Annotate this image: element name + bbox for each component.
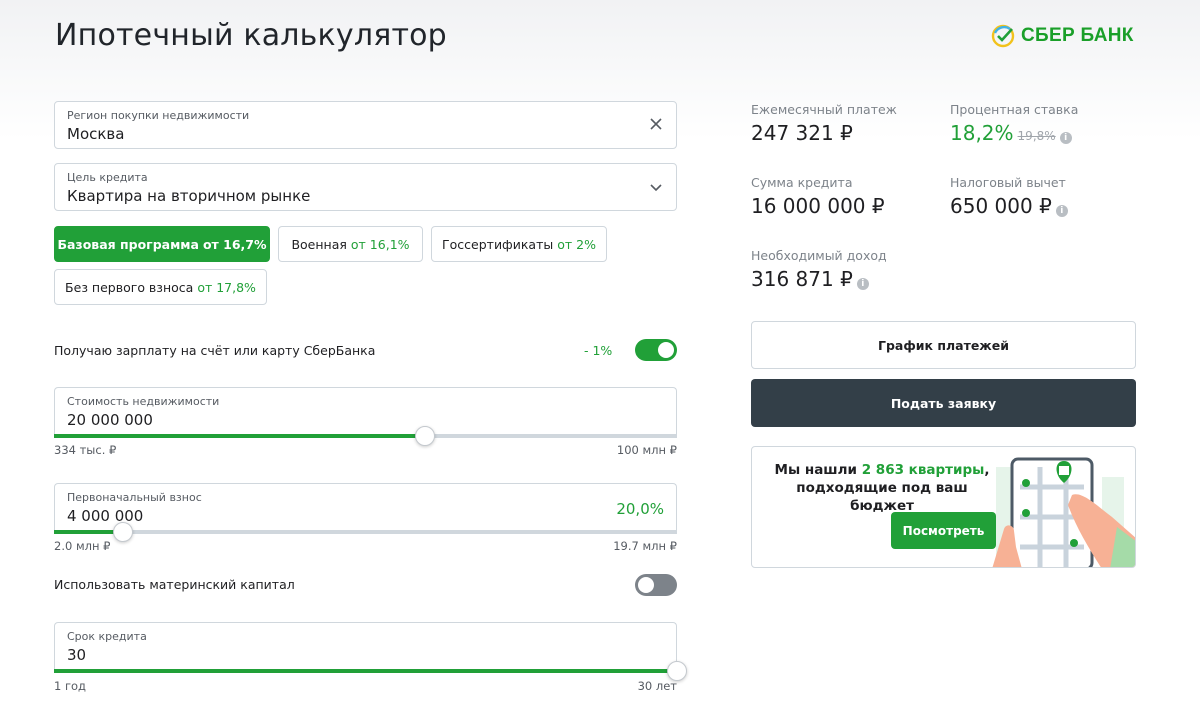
- salary-label: Получаю зарплату на счёт или карту СберБ…: [54, 343, 376, 358]
- maternity-label: Использовать материнский капитал: [54, 577, 295, 592]
- apartments-promo: Мы нашли 2 863 квартиры, подходящие под …: [751, 446, 1136, 568]
- region-field[interactable]: Регион покупки недвижимости Москва: [54, 101, 677, 149]
- sber-logo-icon: [991, 24, 1015, 48]
- toggle-knob: [638, 577, 654, 593]
- term-label: Срок кредита: [67, 630, 147, 643]
- phone-map-illustration: [992, 457, 1135, 567]
- required-income-label: Необходимый доход: [751, 248, 887, 263]
- purpose-label: Цель кредита: [67, 171, 148, 184]
- promo-line1-prefix: Мы нашли: [774, 462, 862, 478]
- info-icon[interactable]: i: [1059, 132, 1072, 144]
- property-cost-max: 100 млн ₽: [616, 443, 677, 457]
- apply-button[interactable]: Подать заявку: [751, 379, 1136, 427]
- property-cost-slider[interactable]: [54, 426, 677, 446]
- info-icon[interactable]: i: [856, 278, 869, 290]
- term-slider[interactable]: [54, 661, 687, 681]
- down-payment-field[interactable]: Первоначальный взнос 4 000 000 20,0%: [54, 483, 677, 531]
- tax-deduction: Налоговый вычет 650 000 ₽ i: [950, 175, 1068, 218]
- chip-name: Базовая программа: [57, 236, 199, 252]
- page-title: Ипотечный калькулятор: [55, 18, 447, 53]
- down-payment-value: 4 000 000: [67, 507, 144, 525]
- interest-rate-label: Процентная ставка: [950, 102, 1079, 117]
- loan-amount-value: 16 000 000 ₽: [751, 194, 885, 218]
- region-label: Регион покупки недвижимости: [67, 109, 250, 122]
- promo-count: 2 863 квартиры: [861, 462, 985, 478]
- required-income: Необходимый доход 316 871 ₽ i: [751, 248, 887, 291]
- interest-rate-value: 18,2%: [950, 121, 1014, 145]
- program-chip-base[interactable]: Базовая программа от 16,7%: [54, 226, 270, 262]
- info-icon[interactable]: i: [1055, 205, 1068, 217]
- logo-text: СБЕР БАНК: [1021, 25, 1134, 46]
- tax-deduction-value: 650 000 ₽: [950, 194, 1052, 218]
- clear-icon[interactable]: [648, 116, 664, 132]
- down-payment-slider[interactable]: [54, 522, 677, 542]
- program-chip-no-down-payment[interactable]: Без первого взноса от 17,8%: [54, 269, 267, 305]
- required-income-value: 316 871 ₽: [751, 267, 853, 291]
- maternity-toggle[interactable]: [635, 574, 677, 596]
- term-max: 30 лет: [637, 679, 677, 693]
- down-payment-label: Первоначальный взнос: [67, 491, 202, 504]
- sber-logo[interactable]: СБЕР БАНК: [991, 24, 1134, 48]
- down-payment-percent: 20,0%: [616, 500, 664, 518]
- down-payment-min: 2.0 млн ₽: [54, 539, 111, 553]
- view-apartments-button[interactable]: Посмотреть: [891, 512, 996, 549]
- purpose-select[interactable]: Цель кредита Квартира на вторичном рынке: [54, 163, 677, 211]
- monthly-payment: Ежемесячный платеж 247 321 ₽: [751, 102, 897, 145]
- property-cost-min: 334 тыс. ₽: [54, 443, 117, 457]
- interest-rate-old: 19,8%: [1017, 129, 1056, 143]
- monthly-payment-value: 247 321 ₽: [751, 121, 853, 145]
- payment-schedule-button[interactable]: График платежей: [751, 321, 1136, 369]
- tax-deduction-label: Налоговый вычет: [950, 175, 1066, 190]
- chip-name: Без первого взноса: [65, 279, 194, 295]
- slider-thumb[interactable]: [667, 661, 687, 681]
- property-cost-label: Стоимость недвижимости: [67, 395, 220, 408]
- chip-rate: от 16,7%: [202, 236, 267, 252]
- chip-name: Военная: [291, 236, 347, 252]
- slider-fill: [54, 434, 425, 438]
- chip-rate: от 2%: [557, 236, 596, 252]
- loan-amount: Сумма кредита 16 000 000 ₽: [751, 175, 885, 218]
- term-min: 1 год: [54, 679, 87, 693]
- toggle-knob: [658, 342, 674, 358]
- slider-thumb[interactable]: [414, 426, 435, 446]
- purpose-value: Квартира на вторичном рынке: [67, 187, 311, 205]
- chip-rate: от 17,8%: [197, 279, 256, 295]
- promo-line1-suffix: ,: [984, 462, 990, 478]
- slider-thumb[interactable]: [112, 522, 133, 542]
- loan-amount-label: Сумма кредита: [751, 175, 853, 190]
- salary-toggle[interactable]: [635, 339, 677, 361]
- chevron-down-icon: [650, 184, 662, 192]
- term-field[interactable]: Срок кредита 30: [54, 622, 677, 670]
- program-chip-military[interactable]: Военная от 16,1%: [278, 226, 423, 262]
- salary-discount: - 1%: [584, 343, 613, 358]
- slider-fill: [54, 669, 677, 673]
- property-cost-field[interactable]: Стоимость недвижимости 20 000 000: [54, 387, 677, 435]
- chip-name: Госсертификаты: [442, 236, 554, 252]
- chip-rate: от 16,1%: [350, 236, 410, 252]
- interest-rate: Процентная ставка 18,2% 19,8% i: [950, 102, 1078, 145]
- term-value: 30: [67, 646, 87, 664]
- program-chip-certificates[interactable]: Госсертификаты от 2%: [431, 226, 607, 262]
- down-payment-max: 19.7 млн ₽: [613, 539, 677, 553]
- monthly-payment-label: Ежемесячный платеж: [751, 102, 897, 117]
- promo-text: Мы нашли 2 863 квартиры, подходящие под …: [766, 461, 998, 515]
- region-value: Москва: [67, 125, 125, 143]
- property-cost-value: 20 000 000: [67, 411, 153, 429]
- promo-line2: подходящие под ваш бюджет: [796, 480, 968, 514]
